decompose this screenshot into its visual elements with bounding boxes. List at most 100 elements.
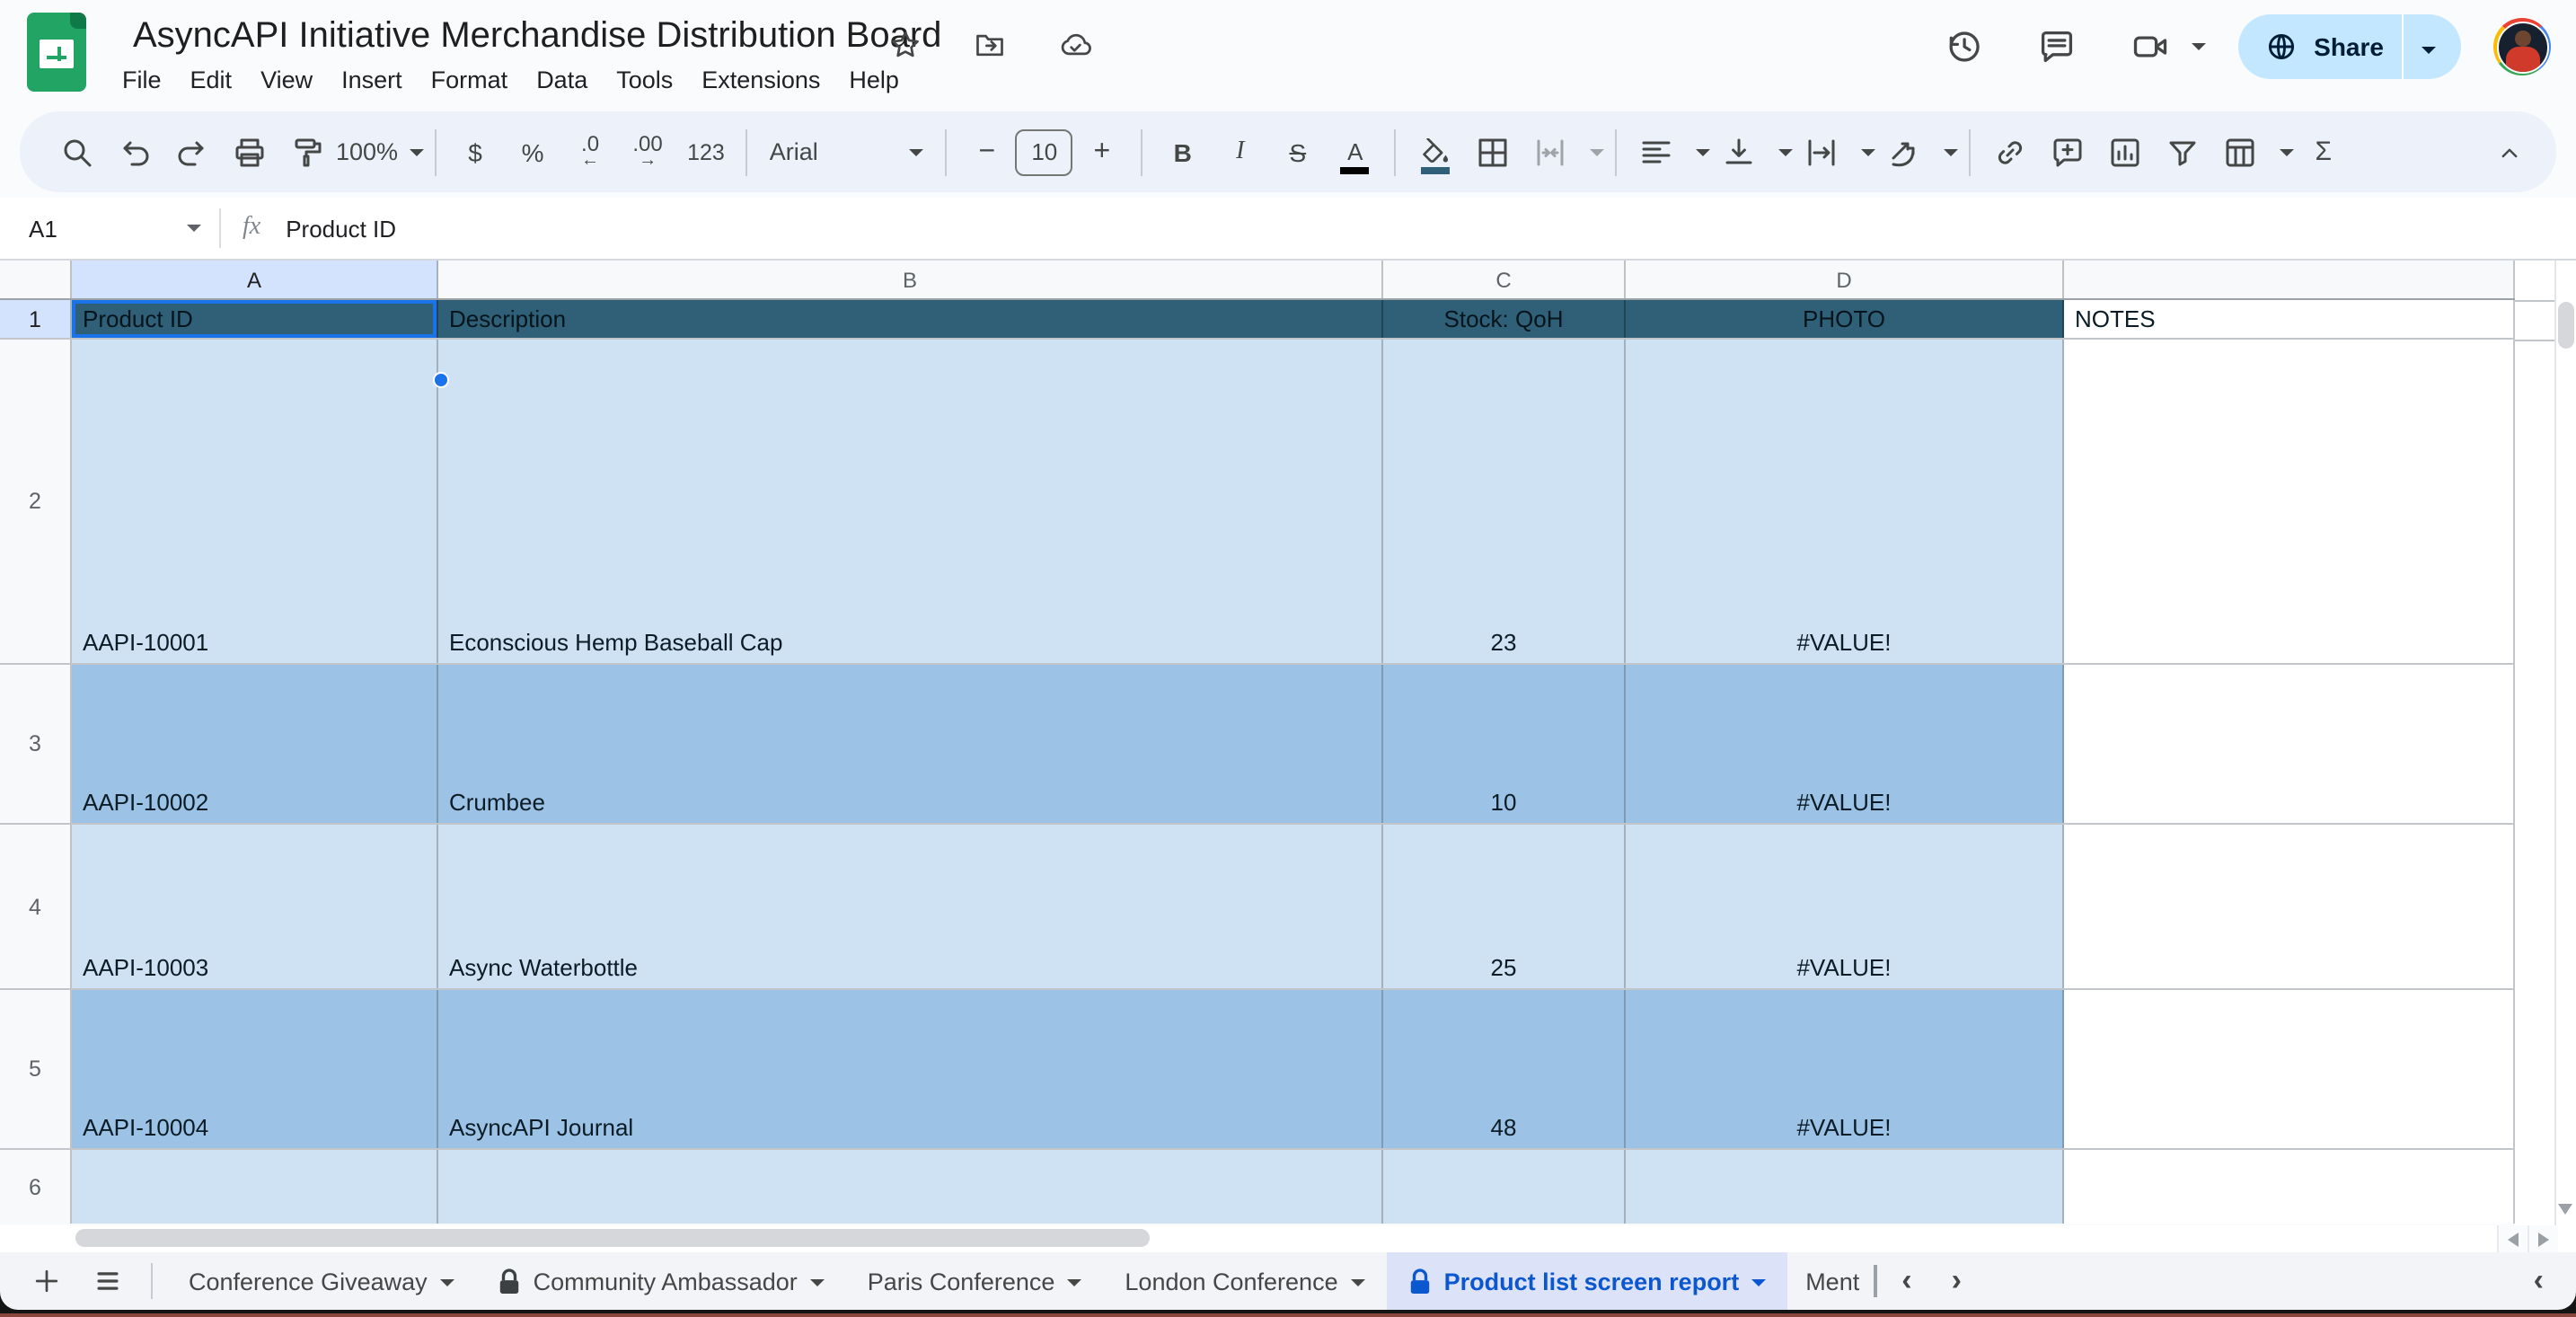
zoom-select[interactable]: 100% xyxy=(336,138,424,165)
formula-input[interactable]: Product ID xyxy=(286,215,396,242)
sheets-logo-icon[interactable] xyxy=(27,13,86,92)
cell-B3[interactable]: Crumbee xyxy=(438,665,1383,823)
vertical-scrollbar[interactable] xyxy=(2554,261,2576,1225)
italic-button[interactable]: I xyxy=(1222,130,1258,173)
cell-A3[interactable]: AAPI-10002 xyxy=(72,665,438,823)
scroll-right-button[interactable] xyxy=(2527,1225,2558,1252)
bold-button[interactable]: B xyxy=(1165,130,1201,173)
format-currency-button[interactable]: $ xyxy=(457,130,493,173)
chevron-down-icon[interactable] xyxy=(187,225,201,232)
video-camera-icon[interactable] xyxy=(2130,25,2170,68)
insert-comment-icon[interactable] xyxy=(2051,130,2086,173)
cell-E4[interactable] xyxy=(2064,825,2515,988)
insert-chart-icon[interactable] xyxy=(2108,130,2144,173)
menu-tools[interactable]: Tools xyxy=(602,61,687,99)
vertical-scrollbar-thumb[interactable] xyxy=(2557,302,2573,349)
menu-extensions[interactable]: Extensions xyxy=(687,61,834,99)
cell-D6[interactable] xyxy=(1626,1150,2064,1224)
document-title[interactable]: AsyncAPI Initiative Merchandise Distribu… xyxy=(133,16,941,57)
row-number[interactable]: 2 xyxy=(0,340,72,663)
cell-C1[interactable]: Stock: QoH xyxy=(1383,300,1626,338)
cell-A2[interactable]: AAPI-10001 xyxy=(72,340,438,663)
cell-C5[interactable]: 48 xyxy=(1383,990,1626,1148)
tab-menu-icon[interactable] xyxy=(809,1279,825,1286)
cell-C2[interactable]: 23 xyxy=(1383,340,1626,663)
collapse-toolbar-icon[interactable] xyxy=(2492,130,2527,173)
name-box[interactable]: A1 xyxy=(0,215,219,242)
tab-menu-icon[interactable] xyxy=(1751,1279,1767,1286)
tab-truncated[interactable]: Ment xyxy=(1787,1252,1880,1310)
row-number[interactable]: 4 xyxy=(0,825,72,988)
share-dropdown[interactable] xyxy=(2404,31,2454,63)
cell-B6[interactable] xyxy=(438,1150,1383,1224)
font-select[interactable]: Arial xyxy=(770,138,924,165)
cell-A4[interactable]: AAPI-10003 xyxy=(72,825,438,988)
cell-B1[interactable]: Description xyxy=(438,300,1383,338)
row-number[interactable]: 3 xyxy=(0,665,72,823)
menu-format[interactable]: Format xyxy=(417,61,523,99)
cell-C3[interactable]: 10 xyxy=(1383,665,1626,823)
account-avatar[interactable] xyxy=(2493,18,2551,75)
row-number[interactable]: 1 xyxy=(0,300,72,338)
text-wrap-button[interactable] xyxy=(1794,130,1876,173)
print-icon[interactable] xyxy=(232,130,268,173)
decrease-font-size-button[interactable]: − xyxy=(969,130,1005,173)
menu-insert[interactable]: Insert xyxy=(327,61,417,99)
paint-format-icon[interactable] xyxy=(289,130,325,173)
strikethrough-button[interactable]: S xyxy=(1280,130,1316,173)
undo-icon[interactable] xyxy=(117,130,153,173)
cell-D1[interactable]: PHOTO xyxy=(1626,300,2064,338)
corner-box[interactable] xyxy=(0,261,72,298)
increase-decimal-button[interactable]: .00 → xyxy=(630,130,666,173)
scroll-down-arrow-icon[interactable] xyxy=(2558,1204,2572,1215)
cell-E5[interactable] xyxy=(2064,990,2515,1148)
cell-E2[interactable] xyxy=(2064,340,2515,663)
tab-community-ambassador[interactable]: Community Ambassador xyxy=(476,1252,846,1310)
cell-C6[interactable] xyxy=(1383,1150,1626,1224)
cell-D4[interactable]: #VALUE! xyxy=(1626,825,2064,988)
tab-menu-icon[interactable] xyxy=(1067,1279,1082,1286)
all-sheets-icon[interactable] xyxy=(90,1260,126,1303)
column-header-C[interactable]: C xyxy=(1383,261,1626,298)
add-sheet-icon[interactable] xyxy=(29,1260,65,1303)
tab-menu-icon[interactable] xyxy=(1350,1279,1365,1286)
cell-D2[interactable]: #VALUE! xyxy=(1626,340,2064,663)
move-to-folder-icon[interactable] xyxy=(972,23,1008,66)
cloud-saved-icon[interactable] xyxy=(1056,23,1092,66)
tab-london-conference[interactable]: London Conference xyxy=(1103,1252,1386,1310)
column-header-B[interactable]: B xyxy=(438,261,1383,298)
merge-cells-button[interactable] xyxy=(1522,130,1605,173)
text-rotation-button[interactable] xyxy=(1876,130,1959,173)
row-number[interactable]: 5 xyxy=(0,990,72,1148)
tab-product-list-screen-report[interactable]: Product list screen report xyxy=(1386,1252,1788,1310)
comment-history-icon[interactable] xyxy=(2037,25,2077,68)
more-formats-button[interactable]: 123 xyxy=(687,130,725,173)
cell-A6[interactable] xyxy=(72,1150,438,1224)
cell-E3[interactable] xyxy=(2064,665,2515,823)
tab-menu-icon[interactable] xyxy=(439,1279,454,1286)
text-color-button[interactable]: A xyxy=(1337,130,1373,173)
version-history-icon[interactable] xyxy=(1944,25,1983,68)
menu-help[interactable]: Help xyxy=(834,61,913,99)
decrease-decimal-button[interactable]: .0 ← xyxy=(572,130,608,173)
cell-D3[interactable]: #VALUE! xyxy=(1626,665,2064,823)
fill-color-button[interactable] xyxy=(1418,130,1454,173)
selection-fill-handle[interactable] xyxy=(433,372,449,388)
scroll-tabs-left-icon[interactable]: ‹ xyxy=(2534,1263,2544,1299)
cell-A5[interactable]: AAPI-10004 xyxy=(72,990,438,1148)
font-size-input[interactable]: 10 xyxy=(1015,128,1073,175)
row-number[interactable]: 6 xyxy=(0,1150,72,1224)
cell-E6[interactable] xyxy=(2064,1150,2515,1224)
vertical-align-button[interactable] xyxy=(1711,130,1794,173)
cell-C4[interactable]: 25 xyxy=(1383,825,1626,988)
cell-E1[interactable]: NOTES xyxy=(2064,300,2515,338)
menu-edit[interactable]: Edit xyxy=(176,61,247,99)
filter-icon[interactable] xyxy=(2166,130,2201,173)
chevron-down-icon[interactable] xyxy=(2192,43,2207,50)
cell-B4[interactable]: Async Waterbottle xyxy=(438,825,1383,988)
cell-A1-selected[interactable]: Product ID xyxy=(72,300,438,338)
horizontal-align-button[interactable] xyxy=(1628,130,1711,173)
next-sheet-icon[interactable]: › xyxy=(1952,1263,1962,1299)
functions-button[interactable]: Σ xyxy=(2306,130,2342,173)
format-percent-button[interactable]: % xyxy=(515,130,551,173)
